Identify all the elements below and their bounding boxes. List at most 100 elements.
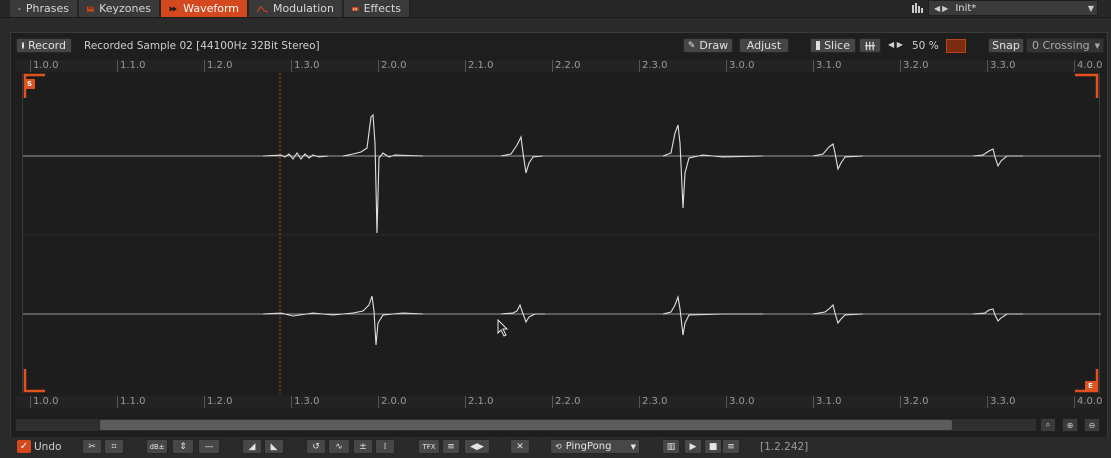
ruler-tick: 1.1.0 [117,396,145,408]
ruler-tick-label: 2.0.0 [381,60,407,71]
ruler-tick: 3.1.0 [813,60,841,72]
loop-brackets [23,73,1099,393]
zoom-out-icon[interactable]: ⊖ [1084,418,1100,432]
tfx-button[interactable]: TFX [418,439,440,454]
channel-icon[interactable]: ⁞ [375,439,395,454]
chevron-down-icon: ▼ [1094,41,1100,50]
preset-bars-icon[interactable] [912,3,924,13]
draw-button[interactable]: ✎ Draw [683,38,733,53]
ruler-tick: 3.0.0 [726,396,754,408]
end-bracket-top[interactable] [1075,73,1099,98]
no-loop-icon[interactable]: ✕ [510,439,530,454]
waveform-canvas[interactable] [23,73,1101,394]
normalize-icon[interactable]: ⇕ [172,439,194,454]
effects-icon: FX [352,6,359,11]
waveform-display[interactable]: S E [22,73,1101,394]
resample-icon[interactable]: ◀▶ [464,439,490,454]
ruler-tick-label: 3.3.0 [990,396,1016,407]
tab-label: Keyzones [99,2,151,15]
timeline-ruler-top[interactable]: 1.0.0 1.1.0 1.2.0 1.3.0 2.0.0 2.1.0 2.2.0 2.3.0… [16,60,1103,72]
reverse-icon[interactable]: ↺ [306,439,326,454]
ruler-tick: 2.2.0 [552,60,580,72]
ruler-tick-label: 3.1.0 [816,396,842,407]
keyboard-icon[interactable]: ▥ [662,439,680,454]
record-button[interactable]: Record [16,38,72,53]
sample-info: Recorded Sample 02 [44100Hz 32Bit Stereo… [84,40,320,52]
end-marker[interactable]: E [1085,381,1096,391]
loop-mode-select[interactable]: ⟲ PingPong ▼ [550,439,640,454]
invert-icon[interactable]: ± [353,439,373,454]
slice-grid-icon[interactable] [859,38,881,53]
tab-effects[interactable]: FX Effects [344,0,410,17]
ruler-tick-label: 3.1.0 [816,60,842,71]
play-icon[interactable]: ▶ [684,439,702,454]
fade-in-icon[interactable]: ◢ [242,439,262,454]
ruler-tick: 2.3.0 [639,60,667,72]
adjust-label: Adjust [746,39,782,52]
modulate-icon[interactable]: ∿ [328,439,350,454]
tab-label: Effects [363,2,401,15]
zoom-value[interactable]: 50 % [912,40,939,52]
ruler-tick: 4.0.0 [1074,396,1102,408]
ruler-tick: 1.3.0 [291,396,319,408]
zoom-arrows-icon[interactable]: ◀ ▶ [888,40,903,49]
phrases-icon [18,7,21,10]
start-marker[interactable]: S [24,79,35,89]
crop-icon[interactable]: ⌗ [104,439,124,454]
fade-out-icon[interactable]: ◣ [264,439,284,454]
undo-checkbox[interactable]: ✓ [17,440,31,453]
silence-icon[interactable]: — [198,439,220,454]
ruler-tick-label: 2.3.0 [642,60,668,71]
tab-waveform[interactable]: Waveform [161,0,248,17]
snap-button[interactable]: Snap [988,38,1024,53]
tab-keyzones[interactable]: Keyzones [79,0,160,17]
db-adjust-icon[interactable]: dB± [146,439,168,454]
tab-phrases[interactable]: Phrases [10,0,78,17]
ruler-tick-label: 2.2.0 [555,60,581,71]
mouse-cursor-icon [497,319,509,337]
preset-selector[interactable]: ◀▶ Init* ▼ [928,0,1098,16]
adjust-button[interactable]: Adjust [739,38,789,53]
ruler-tick: 2.0.0 [378,60,406,72]
ruler-tick-label: 2.1.0 [468,396,494,407]
preset-arrows-icon[interactable]: ◀▶ [929,4,955,13]
ruler-tick-label: 4.0.0 [1077,60,1103,71]
zoom-in-icon[interactable]: ⊕ [1062,418,1078,432]
ruler-tick-label: 4.0.0 [1077,396,1103,407]
ruler-tick: 1.2.0 [204,60,232,72]
ruler-tick: 1.2.0 [204,396,232,408]
ruler-tick: 3.2.0 [900,396,928,408]
ruler-tick-label: 1.3.0 [294,60,320,71]
ruler-tick: 2.2.0 [552,396,580,408]
zoom-fit-button[interactable] [946,39,966,53]
tab-label: Waveform [183,2,239,15]
snap-mode-value: 0 Crossing [1032,39,1090,52]
ruler-tick: 3.2.0 [900,60,928,72]
snap-mode-select[interactable]: 0 Crossing ▼ [1026,38,1104,53]
ruler-tick: 3.3.0 [987,396,1015,408]
chevron-down-icon[interactable]: ▼ [1088,1,1094,16]
ruler-tick-label: 1.1.0 [120,396,146,407]
scrollbar-thumb[interactable] [100,420,952,430]
tab-label: Modulation [272,2,334,15]
slice-button[interactable]: Slice [810,38,856,53]
cut-icon[interactable]: ✂ [82,439,102,454]
loop-icon: ⟲ [555,442,562,451]
record-label: Record [27,39,66,52]
tab-modulation[interactable]: Modulation [249,0,343,17]
timeline-ruler-bottom[interactable]: 1.0.0 1.1.0 1.2.0 1.3.0 2.0.0 2.1.0 2.2.0 2.3.0… [16,396,1102,408]
record-dot-icon [22,42,24,49]
horizontal-scrollbar[interactable] [16,419,1036,431]
menu-icon[interactable]: ≡ [722,439,740,454]
stop-icon[interactable]: ■ [704,439,722,454]
waveform-icon [169,5,177,12]
slice-label: Slice [824,39,850,52]
ruler-tick-label: 2.3.0 [642,396,668,407]
ruler-tick: 3.3.0 [987,60,1015,72]
ruler-tick: 3.1.0 [813,396,841,408]
ruler-tick: 2.1.0 [465,60,493,72]
list-icon[interactable]: ≡ [442,439,460,454]
start-bracket-bottom[interactable] [23,369,45,393]
modulation-icon [257,5,268,13]
zoom-search-icon[interactable]: ⌕ [1040,418,1056,432]
